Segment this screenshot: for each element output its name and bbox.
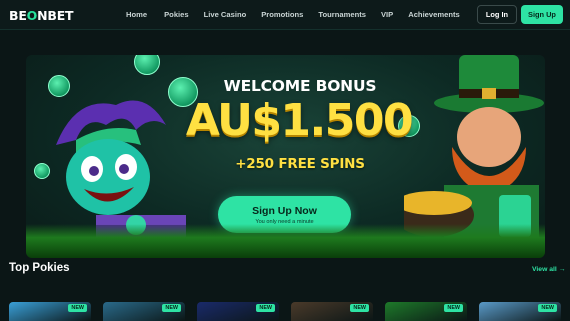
nav-item-live-casino[interactable]: Live Casino: [204, 10, 247, 19]
new-badge: NEW: [162, 304, 181, 312]
nav-item-home[interactable]: Home: [126, 10, 147, 19]
nav-item-tournaments[interactable]: Tournaments: [318, 10, 366, 19]
game-card[interactable]: NEW: [197, 302, 279, 321]
logo-text-left: BE: [9, 8, 27, 23]
logo-text-right: NBET: [37, 8, 74, 23]
nav-item-achievements[interactable]: Achievements: [408, 10, 460, 19]
cta-label: Sign Up Now: [252, 204, 317, 217]
top-navigation-bar: BEONBET Home Pokies Live Casino Promotio…: [0, 0, 570, 30]
nav-item-vip[interactable]: VIP: [381, 10, 393, 19]
game-card[interactable]: NEW: [291, 302, 373, 321]
welcome-bonus-banner[interactable]: WELCOME BONUS AU$1.500 +250 FREE SPINS S…: [26, 55, 545, 258]
game-card[interactable]: NEW: [479, 302, 561, 321]
login-button[interactable]: Log In: [477, 5, 517, 24]
main-nav: Home Pokies Live Casino Promotions Tourn…: [118, 10, 460, 19]
bonus-free-spins: +250 FREE SPINS: [235, 156, 365, 172]
new-badge: NEW: [68, 304, 87, 312]
bonus-headline: WELCOME BONUS: [223, 77, 377, 95]
view-all-link[interactable]: View all →: [532, 266, 566, 273]
nav-item-pokies[interactable]: Pokies: [164, 10, 188, 19]
section-title: Top Pokies: [9, 262, 70, 274]
game-card[interactable]: NEW: [103, 302, 185, 321]
brand-logo[interactable]: BEONBET: [9, 8, 74, 23]
grass-decoration: [26, 224, 545, 258]
coin-icon: [134, 55, 160, 75]
new-badge: NEW: [256, 304, 275, 312]
new-badge: NEW: [444, 304, 463, 312]
game-card[interactable]: NEW: [9, 302, 91, 321]
new-badge: NEW: [350, 304, 369, 312]
bonus-amount: AU$1.500: [185, 95, 414, 146]
game-card[interactable]: NEW: [385, 302, 467, 321]
logo-text-o: O: [26, 8, 38, 23]
pokies-carousel: NEW NEW NEW NEW NEW NEW: [9, 302, 570, 321]
new-badge: NEW: [538, 304, 557, 312]
signup-button[interactable]: Sign Up: [521, 5, 563, 24]
nav-item-promotions[interactable]: Promotions: [261, 10, 303, 19]
